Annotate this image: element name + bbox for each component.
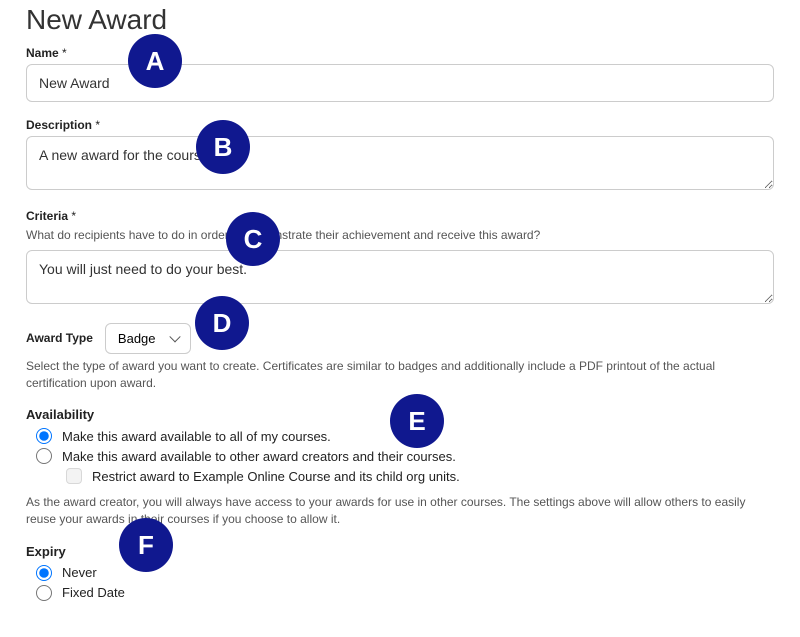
expiry-never-label: Never bbox=[62, 565, 97, 580]
criteria-section: Criteria What do recipients have to do i… bbox=[26, 209, 774, 307]
availability-section: Availability Make this award available t… bbox=[26, 407, 774, 528]
description-section: Description A new award for the course bbox=[26, 118, 774, 193]
expiry-fixed-row[interactable]: Fixed Date bbox=[36, 585, 774, 601]
availability-others-label: Make this award available to other award… bbox=[62, 449, 456, 464]
availability-all-row[interactable]: Make this award available to all of my c… bbox=[36, 428, 774, 444]
award-type-help: Select the type of award you want to cre… bbox=[26, 358, 774, 392]
expiry-fixed-label: Fixed Date bbox=[62, 585, 125, 600]
availability-others-radio[interactable] bbox=[36, 448, 52, 464]
name-input[interactable] bbox=[26, 64, 774, 102]
page-title: New Award bbox=[26, 4, 774, 36]
award-type-section: Award Type Badge Select the type of awar… bbox=[26, 323, 774, 392]
award-type-select-wrap: Badge bbox=[105, 323, 191, 354]
availability-restrict-checkbox[interactable] bbox=[66, 468, 82, 484]
availability-restrict-row[interactable]: Restrict award to Example Online Course … bbox=[66, 468, 774, 484]
description-input[interactable]: A new award for the course bbox=[26, 136, 774, 190]
criteria-input[interactable]: You will just need to do your best. bbox=[26, 250, 774, 304]
expiry-never-radio[interactable] bbox=[36, 565, 52, 581]
expiry-fixed-radio[interactable] bbox=[36, 585, 52, 601]
expiry-never-row[interactable]: Never bbox=[36, 565, 774, 581]
availability-all-label: Make this award available to all of my c… bbox=[62, 429, 331, 444]
name-section: Name bbox=[26, 46, 774, 102]
criteria-help: What do recipients have to do in order t… bbox=[26, 227, 774, 244]
award-type-select[interactable]: Badge bbox=[105, 323, 191, 354]
availability-heading: Availability bbox=[26, 407, 774, 422]
expiry-section: Expiry Never Fixed Date bbox=[26, 544, 774, 601]
availability-restrict-label: Restrict award to Example Online Course … bbox=[92, 469, 460, 484]
description-label: Description bbox=[26, 118, 774, 132]
availability-others-row[interactable]: Make this award available to other award… bbox=[36, 448, 774, 464]
name-label: Name bbox=[26, 46, 774, 60]
availability-all-radio[interactable] bbox=[36, 428, 52, 444]
criteria-label: Criteria bbox=[26, 209, 774, 223]
award-type-label: Award Type bbox=[26, 331, 93, 345]
availability-note: As the award creator, you will always ha… bbox=[26, 494, 774, 528]
expiry-heading: Expiry bbox=[26, 544, 774, 559]
